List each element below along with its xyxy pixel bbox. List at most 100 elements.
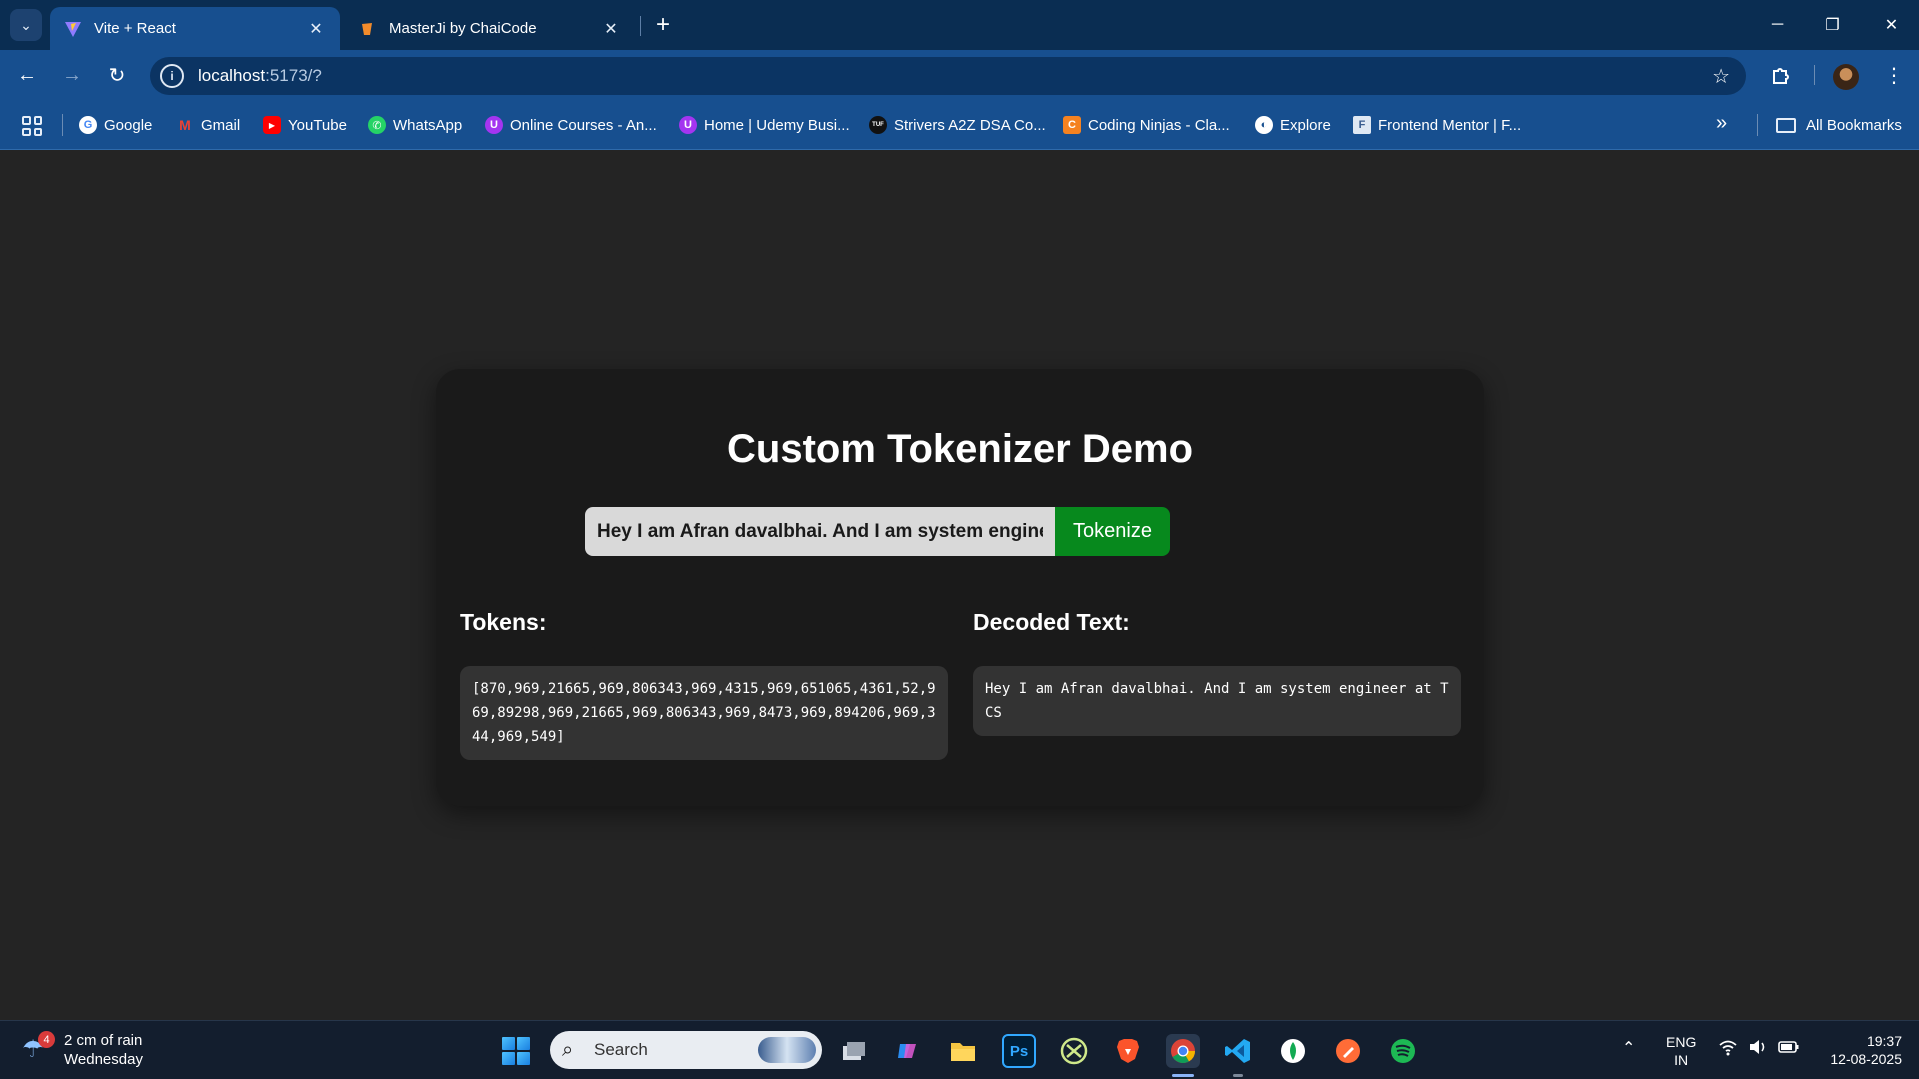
tokenize-button[interactable]: Tokenize bbox=[1055, 507, 1170, 556]
back-button[interactable]: ← bbox=[11, 59, 43, 91]
coding-ninjas-icon: C bbox=[1063, 116, 1081, 134]
chevron-down-icon: ⌄ bbox=[20, 16, 32, 33]
taskbar: ☂ 4 2 cm of rain Wednesday ⌕ Search Ps ⌃… bbox=[0, 1020, 1919, 1079]
globe-icon: ◐ bbox=[1255, 116, 1273, 134]
url-host: localhost bbox=[198, 66, 266, 85]
youtube-icon: ▶ bbox=[263, 116, 281, 134]
bookmark-label: Explore bbox=[1280, 116, 1331, 134]
wifi-icon[interactable] bbox=[1718, 1038, 1738, 1061]
xbox-icon[interactable] bbox=[1057, 1034, 1091, 1068]
profile-avatar[interactable] bbox=[1833, 64, 1859, 90]
tab-title: MasterJi by ChaiCode bbox=[389, 20, 537, 37]
bookmark-label: Gmail bbox=[201, 116, 241, 134]
bookmark-label: WhatsApp bbox=[393, 116, 463, 134]
tuf-icon: TUF bbox=[869, 116, 887, 134]
google-icon: G bbox=[79, 116, 97, 134]
url-text[interactable]: localhost:5173/? bbox=[198, 66, 322, 86]
text-input[interactable] bbox=[585, 507, 1055, 556]
spotify-icon[interactable] bbox=[1386, 1034, 1420, 1068]
close-icon[interactable]: ✕ bbox=[306, 19, 326, 39]
menu-kebab-icon[interactable]: ⋮ bbox=[1880, 59, 1908, 91]
chrome-icon[interactable] bbox=[1166, 1034, 1200, 1068]
address-bar[interactable]: i localhost:5173/? ☆ bbox=[150, 57, 1746, 95]
tab-divider bbox=[640, 16, 641, 36]
udemy-icon: U bbox=[679, 116, 697, 134]
active-app-indicator bbox=[1172, 1074, 1194, 1077]
minimize-button[interactable]: ─ bbox=[1750, 0, 1805, 50]
tab-vite-react[interactable]: Vite + React ✕ bbox=[50, 7, 340, 50]
taskbar-search[interactable]: ⌕ Search bbox=[550, 1031, 822, 1069]
tab-masterji[interactable]: MasterJi by ChaiCode ✕ bbox=[345, 7, 635, 50]
running-app-indicator bbox=[1233, 1074, 1243, 1077]
search-icon: ⌕ bbox=[562, 1039, 574, 1061]
tokens-output: [870,969,21665,969,806343,969,4315,969,6… bbox=[460, 666, 948, 760]
tokens-heading: Tokens: bbox=[460, 609, 547, 635]
photoshop-icon[interactable]: Ps bbox=[1002, 1034, 1036, 1068]
vscode-icon[interactable] bbox=[1221, 1034, 1255, 1068]
bookmark-coding-ninjas[interactable]: C Coding Ninjas - Cla... bbox=[1063, 114, 1230, 136]
bookmark-whatsapp[interactable]: ✆ WhatsApp bbox=[368, 114, 462, 136]
bookmark-explore[interactable]: ◐ Explore bbox=[1255, 114, 1331, 136]
browser-toolbar: ← → ↻ i localhost:5173/? ☆ bbox=[0, 50, 1919, 100]
apps-grid-icon[interactable] bbox=[22, 116, 42, 136]
bookmark-frontend-mentor[interactable]: F Frontend Mentor | F... bbox=[1353, 114, 1521, 136]
language-code: ENG bbox=[1666, 1034, 1697, 1050]
bookmark-youtube[interactable]: ▶ YouTube bbox=[263, 114, 347, 136]
site-info-icon[interactable]: i bbox=[160, 64, 184, 88]
extensions-icon[interactable] bbox=[1765, 59, 1797, 91]
region-code: IN bbox=[1674, 1052, 1689, 1068]
udemy-icon: U bbox=[485, 116, 503, 134]
tab-search-button[interactable]: ⌄ bbox=[10, 9, 42, 41]
restore-button[interactable]: ❐ bbox=[1805, 0, 1860, 50]
chevron-up-icon[interactable]: ⌃ bbox=[1622, 1038, 1635, 1058]
more-bookmarks-icon[interactable]: » bbox=[1716, 112, 1727, 135]
gmail-icon: M bbox=[179, 117, 191, 133]
close-icon[interactable]: ✕ bbox=[601, 19, 621, 39]
weather-day: Wednesday bbox=[64, 1051, 143, 1068]
whatsapp-icon: ✆ bbox=[368, 116, 386, 134]
forward-button[interactable]: → bbox=[56, 59, 88, 91]
all-bookmarks-button[interactable]: All Bookmarks bbox=[1776, 114, 1902, 136]
bookmark-label: Coding Ninjas - Cla... bbox=[1088, 116, 1230, 134]
clock-date: 12-08-2025 bbox=[1830, 1051, 1902, 1067]
toolbar-divider bbox=[1814, 65, 1815, 85]
bookmark-udemy-business[interactable]: U Home | Udemy Busi... bbox=[679, 114, 850, 136]
all-bookmarks-label: All Bookmarks bbox=[1806, 116, 1902, 134]
weather-widget[interactable]: ☂ 4 2 cm of rain Wednesday bbox=[22, 1031, 143, 1069]
frontend-mentor-icon: F bbox=[1353, 116, 1371, 134]
bookmark-strivers[interactable]: TUF Strivers A2Z DSA Co... bbox=[869, 114, 1046, 136]
page-viewport: Custom Tokenizer Demo Tokenize Tokens: [… bbox=[0, 151, 1919, 1020]
bookmark-udemy-courses[interactable]: U Online Courses - An... bbox=[485, 114, 657, 136]
bookmark-label: Frontend Mentor | F... bbox=[1378, 116, 1522, 134]
notification-badge: 4 bbox=[38, 1031, 55, 1048]
battery-icon[interactable] bbox=[1778, 1038, 1800, 1061]
volume-icon[interactable] bbox=[1748, 1038, 1768, 1061]
page-title: Custom Tokenizer Demo bbox=[727, 427, 1193, 471]
task-view-icon[interactable] bbox=[837, 1034, 871, 1068]
mongodb-compass-icon[interactable] bbox=[1276, 1034, 1310, 1068]
reload-button[interactable]: ↻ bbox=[101, 59, 133, 91]
system-clock[interactable]: 19:37 12-08-2025 bbox=[1818, 1032, 1902, 1068]
copilot-icon[interactable] bbox=[891, 1034, 925, 1068]
weather-text: 2 cm of rain bbox=[64, 1032, 143, 1049]
bookmark-gmail[interactable]: M Gmail bbox=[176, 114, 240, 136]
windows-start-icon[interactable] bbox=[502, 1037, 530, 1065]
search-placeholder: Search bbox=[594, 1040, 648, 1059]
clock-time: 19:37 bbox=[1866, 1033, 1902, 1049]
file-explorer-icon[interactable] bbox=[946, 1034, 980, 1068]
postman-icon[interactable] bbox=[1331, 1034, 1365, 1068]
tab-strip: ⌄ Vite + React ✕ MasterJi by ChaiCode ✕ … bbox=[0, 0, 1919, 50]
bookmark-star-icon[interactable]: ☆ bbox=[1712, 64, 1730, 89]
close-window-button[interactable]: ✕ bbox=[1864, 0, 1919, 50]
new-tab-button[interactable]: + bbox=[650, 11, 676, 38]
bookmark-label: YouTube bbox=[288, 116, 347, 134]
folder-icon bbox=[1776, 117, 1796, 133]
bookmark-label: Google bbox=[104, 116, 153, 134]
brave-icon[interactable] bbox=[1111, 1034, 1145, 1068]
language-indicator[interactable]: ENG IN bbox=[1666, 1033, 1696, 1069]
bookmark-google[interactable]: G Google bbox=[79, 114, 152, 136]
tab-title: Vite + React bbox=[94, 20, 176, 37]
bookmarks-divider bbox=[1757, 114, 1758, 136]
chaicode-icon bbox=[359, 20, 377, 38]
bookmarks-divider bbox=[62, 114, 63, 136]
